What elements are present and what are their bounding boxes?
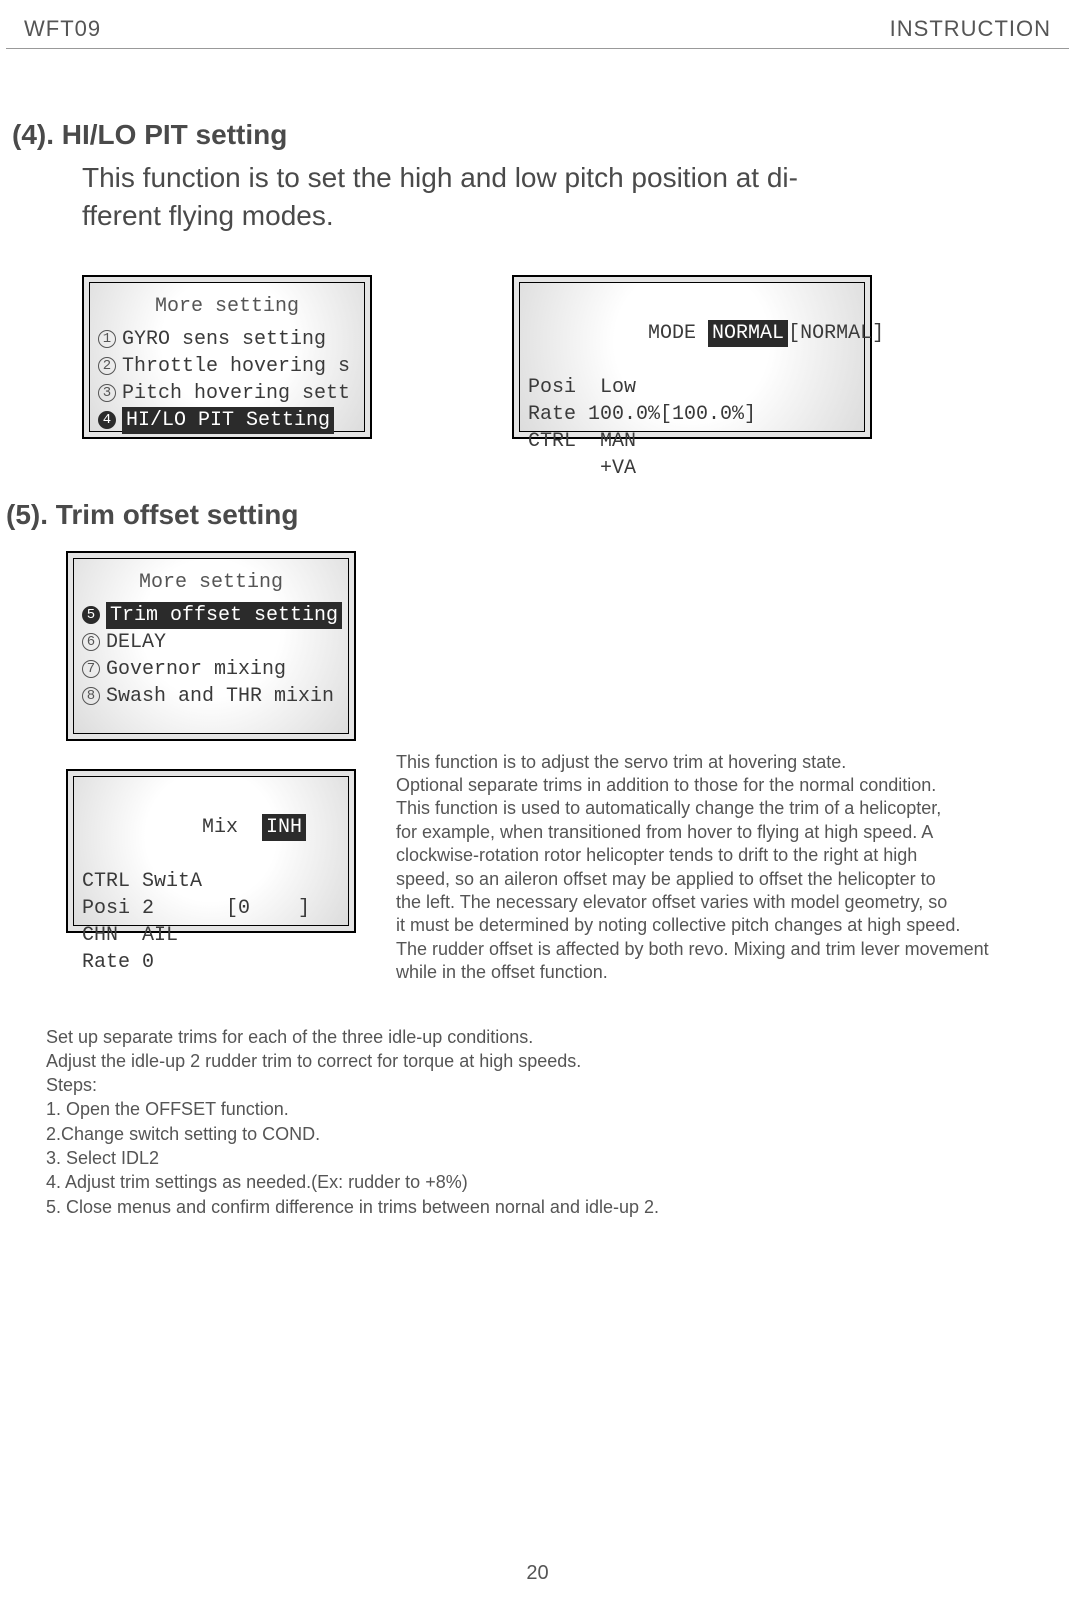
menu-item-8: 8 Swash and THR mixin	[82, 683, 340, 710]
step-line: Adjust the idle-up 2 rudder trim to corr…	[46, 1049, 1069, 1073]
page: WFT09 INSTRUCTION (4). HI/LO PIT setting…	[0, 0, 1075, 1607]
rate-line: Rate 100.0%[100.0%]	[528, 401, 856, 428]
ctrl-line: CTRL MAN	[528, 428, 856, 455]
step-line: Set up separate trims for each of the th…	[46, 1025, 1069, 1049]
rate-line: Rate 0	[82, 949, 340, 976]
menu-number-icon: 1	[98, 330, 116, 348]
mix-label: Mix	[202, 816, 262, 839]
screens-row-1: More setting 1 GYRO sens setting 2 Throt…	[82, 275, 1069, 439]
menu-label: HI/LO PIT Setting	[122, 407, 334, 434]
menu-number-icon: 5	[82, 606, 100, 624]
desc-line: clockwise-rotation rotor helicopter tend…	[396, 844, 989, 867]
page-number: 20	[0, 1562, 1075, 1585]
mode-label: MODE	[648, 322, 708, 345]
menu-label: Throttle hovering s	[122, 353, 350, 380]
desc-line: speed, so an aileron offset may be appli…	[396, 868, 989, 891]
mix-value: INH	[262, 814, 306, 841]
desc-line: for example, when transitioned from hove…	[396, 821, 989, 844]
intro-line-1: This function is to set the high and low…	[82, 162, 798, 193]
menu-number-icon: 8	[82, 687, 100, 705]
lcd-inner: MODE NORMAL[NORMAL] Posi Low Rate 100.0%…	[519, 282, 865, 432]
menu-number-icon: 4	[98, 411, 116, 429]
desc-line: This function is to adjust the servo tri…	[396, 751, 989, 774]
desc-line: it must be determined by noting collecti…	[396, 914, 989, 937]
menu-label: Pitch hovering sett	[122, 380, 350, 407]
step-line: 4. Adjust trim settings as needed.(Ex: r…	[46, 1170, 1069, 1194]
intro-line-2: fferent flying modes.	[82, 200, 334, 231]
page-header: WFT09 INSTRUCTION	[6, 16, 1069, 49]
desc-line: the left. The necessary elevator offset …	[396, 891, 989, 914]
header-right: INSTRUCTION	[890, 16, 1051, 42]
menu-number-icon: 7	[82, 660, 100, 678]
section-4-intro: This function is to set the high and low…	[82, 159, 982, 235]
menu-label: Governor mixing	[106, 656, 286, 683]
step-line: 1. Open the OFFSET function.	[46, 1097, 1069, 1121]
menu-number-icon: 2	[98, 357, 116, 375]
desc-line: Optional separate trims in addition to t…	[396, 774, 989, 797]
mode-value: NORMAL	[708, 320, 788, 347]
section-4-title: (4). HI/LO PIT setting	[12, 119, 1069, 151]
menu-item-1: 1 GYRO sens setting	[98, 326, 356, 353]
step-line: Steps:	[46, 1073, 1069, 1097]
lcd-inner: More setting 1 GYRO sens setting 2 Throt…	[89, 282, 365, 432]
menu-item-3: 3 Pitch hovering sett	[98, 380, 356, 407]
lcd-inner: More setting 5 Trim offset setting 6 DEL…	[73, 558, 349, 734]
header-left: WFT09	[24, 16, 101, 42]
desc-line: while in the offset function.	[396, 961, 989, 984]
mode-line: MODE NORMAL[NORMAL]	[528, 293, 856, 374]
va-line: +VA	[528, 455, 856, 482]
steps-block: Set up separate trims for each of the th…	[46, 1025, 1069, 1219]
menu-item-2: 2 Throttle hovering s	[98, 353, 356, 380]
lcd-title: More setting	[82, 569, 340, 596]
lcd-inner: Mix INH CTRL SwitA Posi 2 [0 ] CHN AIL R…	[73, 776, 349, 926]
posi-line: Posi Low	[528, 374, 856, 401]
menu-item-5-selected: 5 Trim offset setting	[82, 602, 340, 629]
step-line: 2.Change switch setting to COND.	[46, 1122, 1069, 1146]
menu-number-icon: 6	[82, 633, 100, 651]
posi-line: Posi 2 [0 ]	[82, 895, 340, 922]
menu-label: Swash and THR mixin	[106, 683, 334, 710]
mode-bracket: [NORMAL]	[788, 322, 884, 345]
chn-line: CHN AIL	[82, 922, 340, 949]
step-line: 3. Select IDL2	[46, 1146, 1069, 1170]
menu-number-icon: 3	[98, 384, 116, 402]
lcd-title: More setting	[98, 293, 356, 320]
menu-item-6: 6 DELAY	[82, 629, 340, 656]
screens-row-2: Mix INH CTRL SwitA Posi 2 [0 ] CHN AIL R…	[6, 741, 1069, 985]
menu-item-7: 7 Governor mixing	[82, 656, 340, 683]
mix-line: Mix INH	[82, 787, 340, 868]
lcd-more-setting-1: More setting 1 GYRO sens setting 2 Throt…	[82, 275, 372, 439]
menu-label: DELAY	[106, 629, 166, 656]
menu-label: GYRO sens setting	[122, 326, 326, 353]
ctrl-line: CTRL SwitA	[82, 868, 340, 895]
desc-line: This function is used to automatically c…	[396, 797, 989, 820]
desc-line: The rudder offset is affected by both re…	[396, 938, 989, 961]
lcd-hi-lo-pit: MODE NORMAL[NORMAL] Posi Low Rate 100.0%…	[512, 275, 872, 439]
menu-label: Trim offset setting	[106, 602, 342, 629]
step-line: 5. Close menus and confirm difference in…	[46, 1195, 1069, 1219]
lcd-more-setting-2: More setting 5 Trim offset setting 6 DEL…	[66, 551, 356, 741]
menu-item-4-selected: 4 HI/LO PIT Setting	[98, 407, 356, 434]
lcd-trim-offset: Mix INH CTRL SwitA Posi 2 [0 ] CHN AIL R…	[66, 769, 356, 933]
section-5-title: (5). Trim offset setting	[6, 499, 1069, 531]
trim-offset-description: This function is to adjust the servo tri…	[396, 751, 989, 985]
